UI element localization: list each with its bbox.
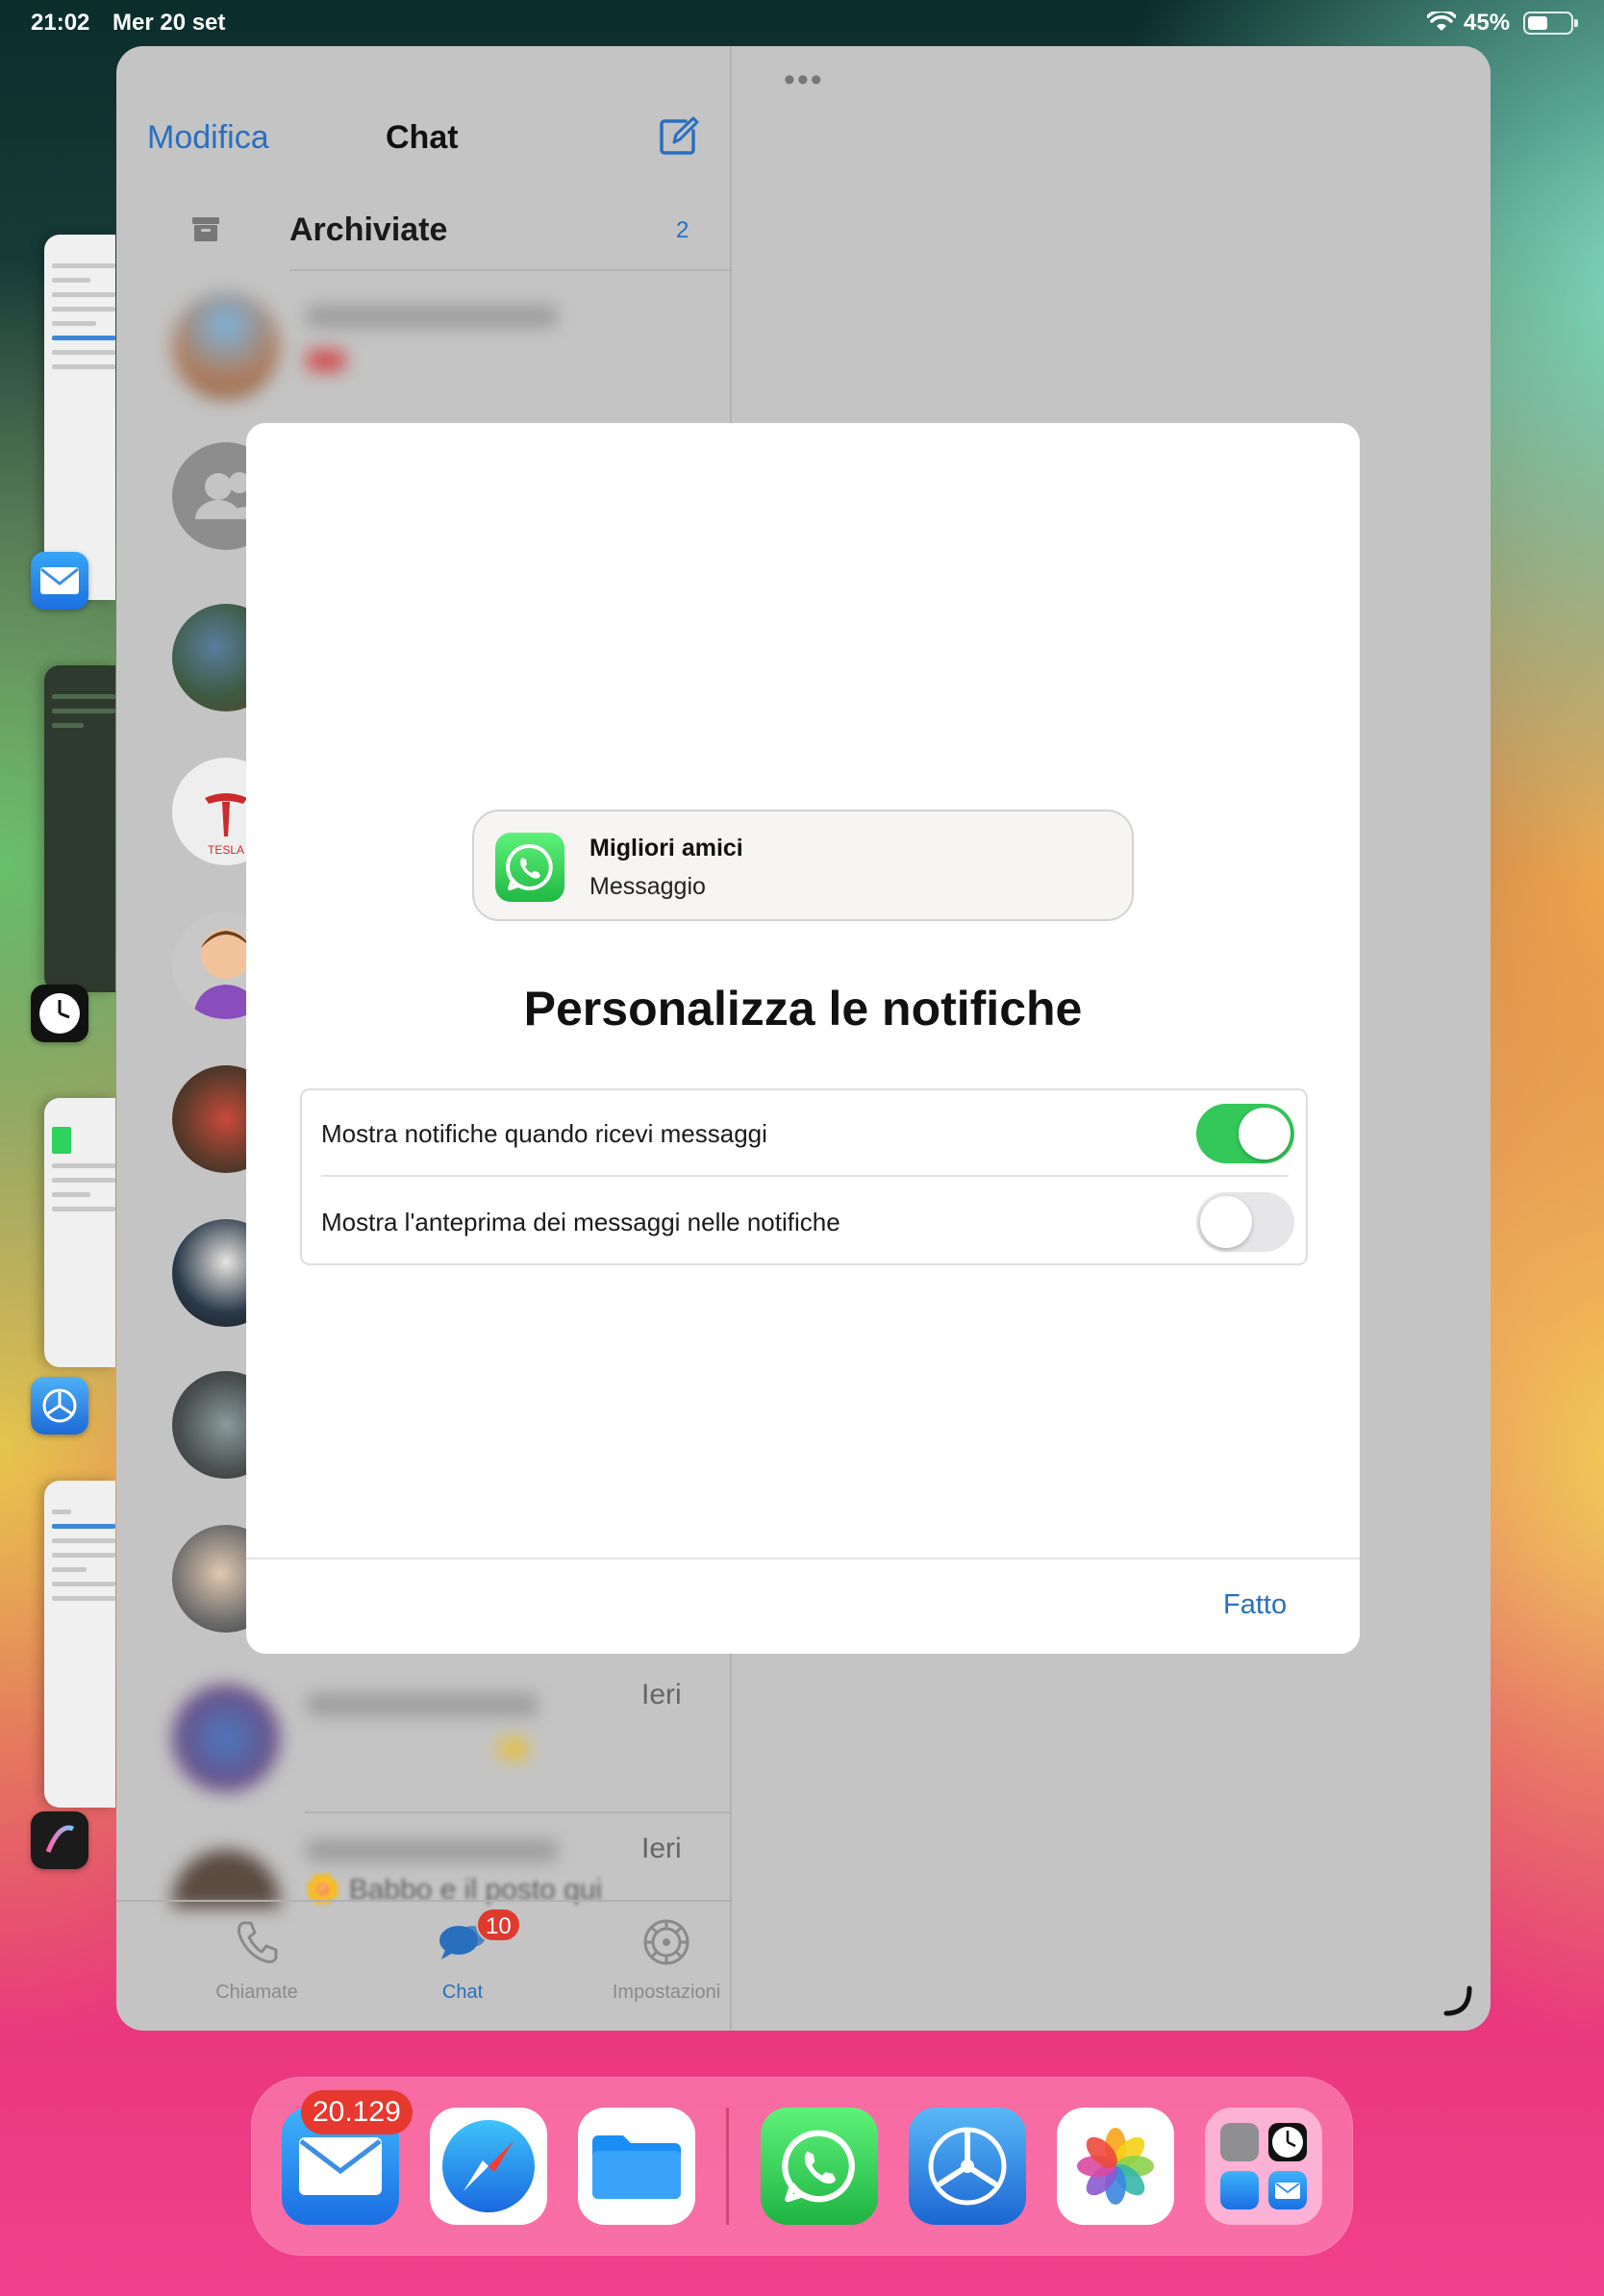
files-app-icon[interactable]	[578, 2108, 695, 2225]
slideover-card-photos[interactable]	[44, 1481, 115, 1808]
status-bar: 21:02 Mer 20 set 45%	[0, 0, 1604, 46]
app-library-folder-icon[interactable]	[1205, 2108, 1322, 2225]
photos-app-icon[interactable]	[1057, 2108, 1174, 2225]
notification-preview: Migliori amici Messaggio	[472, 810, 1134, 921]
notifications-modal: Migliori amici Messaggio Personalizza le…	[246, 423, 1360, 1654]
setting-label: Mostra l'anteprima dei messaggi nelle no…	[321, 1208, 840, 1236]
svg-text:TESLA: TESLA	[208, 843, 244, 857]
archived-label: Archiviate	[289, 212, 448, 248]
phone-icon	[238, 1921, 278, 1963]
divider	[305, 1811, 732, 1813]
mail-icon[interactable]	[31, 552, 88, 610]
tab-bar: Chiamate 10 Chat Impostazioni	[116, 1900, 732, 2031]
setting-label: Mostra notifiche quando ricevi messaggi	[321, 1119, 767, 1148]
tab-label: Chiamate	[215, 1982, 298, 2003]
whatsapp-app-icon[interactable]	[761, 2108, 878, 2225]
notification-settings-list: Mostra notifiche quando ricevi messaggi …	[300, 1088, 1308, 1265]
modal-title: Personalizza le notifiche	[523, 982, 1083, 1036]
status-date: Mer 20 set	[113, 10, 226, 36]
notification-title: Migliori amici	[589, 835, 743, 861]
wifi-icon	[1427, 12, 1456, 31]
chat-date: Ieri	[641, 1679, 682, 1710]
show-notifications-toggle[interactable]	[1196, 1104, 1294, 1163]
message-preview-toggle[interactable]	[1196, 1192, 1294, 1252]
slideover-card-clock[interactable]	[44, 665, 115, 992]
archived-count: 2	[676, 217, 689, 243]
clock-icon[interactable]	[31, 985, 88, 1042]
slideover-card-mail[interactable]	[44, 235, 115, 600]
page-title: Chat	[386, 119, 459, 156]
mail-badge: 20.129	[301, 2090, 413, 2134]
whatsapp-icon	[495, 833, 564, 902]
compose-icon[interactable]	[657, 115, 699, 158]
settings-row-show-notifications: Mostra notifiche quando ricevi messaggi	[302, 1090, 1306, 1177]
tab-calls[interactable]: Chiamate	[180, 1915, 334, 2004]
divider	[246, 1558, 1360, 1560]
tab-chat[interactable]: 10 Chat	[386, 1908, 539, 2004]
tab-label: Impostazioni	[612, 1982, 721, 2003]
done-button[interactable]: Fatto	[1223, 1589, 1287, 1621]
dock: 20.129	[251, 2077, 1353, 2256]
divider	[289, 269, 732, 271]
status-time: 21:02	[31, 10, 90, 36]
edit-button[interactable]: Modifica	[147, 119, 269, 157]
unread-badge: 10	[476, 1908, 521, 1942]
battery-icon	[1523, 12, 1578, 35]
gear-icon	[643, 1919, 689, 1965]
dock-divider	[726, 2108, 729, 2225]
archived-chats-row[interactable]: Archiviate 2	[116, 202, 732, 269]
settings-row-message-preview: Mostra l'anteprima dei messaggi nelle no…	[302, 1179, 1306, 1265]
resize-handle-icon[interactable]	[1442, 1984, 1475, 2017]
battery-percentage: 45%	[1464, 10, 1511, 36]
chat-row[interactable]	[153, 1675, 691, 1800]
slideover-card-whatsapp[interactable]	[44, 1098, 115, 1367]
window-handle-icon[interactable]: •••	[784, 63, 824, 96]
safari-app-icon[interactable]	[430, 2108, 547, 2225]
testflight-app-icon[interactable]	[909, 2108, 1026, 2225]
testflight-icon[interactable]	[31, 1377, 88, 1435]
chat-date: Ieri	[641, 1833, 682, 1864]
tab-settings[interactable]: Impostazioni	[589, 1915, 743, 2004]
notification-body: Messaggio	[589, 873, 706, 900]
chat-row[interactable]	[153, 287, 691, 400]
tab-label: Chat	[441, 1982, 484, 2003]
archive-icon	[192, 217, 219, 241]
procreate-icon[interactable]	[31, 1811, 88, 1869]
